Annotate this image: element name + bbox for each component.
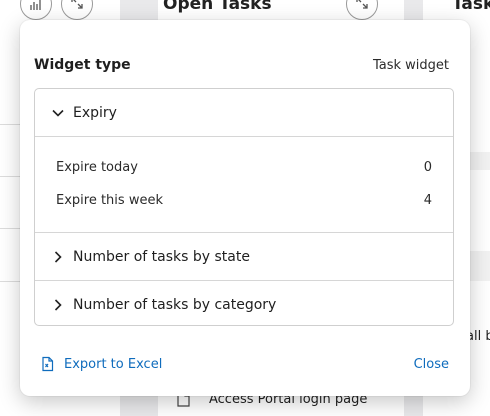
row-value: 0	[423, 160, 432, 175]
export-to-excel-link[interactable]: Export to Excel	[40, 356, 162, 372]
tasks-title: Tasks	[452, 0, 490, 14]
widget-type-label: Widget type	[34, 57, 131, 73]
bg-divider	[0, 124, 20, 125]
accordion-label: Number of tasks by state	[73, 248, 250, 265]
bg-divider	[0, 176, 20, 177]
export-label: Export to Excel	[64, 356, 163, 372]
row-label: Expire this week	[56, 193, 163, 208]
chevron-down-icon	[49, 104, 67, 122]
accordion-header-tasks-by-state[interactable]: Number of tasks by state	[35, 233, 453, 280]
row-label: Expire today	[56, 160, 138, 175]
chevron-right-icon	[49, 296, 67, 314]
row-value: 4	[423, 193, 432, 208]
bg-strip	[470, 152, 490, 170]
close-button[interactable]: Close	[414, 357, 449, 372]
bg-strip	[470, 251, 490, 281]
widget-info-dialog: Widget type Task widget Expiry Expire to…	[20, 20, 470, 396]
expand-icon	[70, 0, 84, 14]
expire-today-row: Expire today 0	[56, 151, 432, 184]
open-tasks-title: Open Tasks	[163, 0, 272, 14]
chart-icon	[29, 0, 43, 14]
accordion-label: Number of tasks by category	[73, 296, 277, 313]
excel-export-icon	[40, 356, 56, 372]
accordion-label: Expiry	[73, 104, 117, 121]
widget-type-value: Task widget	[372, 57, 449, 73]
accordion-header-expiry[interactable]: Expiry	[35, 89, 453, 136]
expire-this-week-row: Expire this week 4	[56, 184, 432, 217]
widget-accordion: Expiry Expire today 0 Expire this week 4…	[34, 88, 454, 326]
accordion-panel-expiry: Expire today 0 Expire this week 4	[35, 137, 453, 232]
accordion-header-tasks-by-category[interactable]: Number of tasks by category	[35, 281, 453, 325]
bg-divider	[0, 228, 20, 229]
bg-divider	[0, 281, 20, 282]
dialog-footer: Export to Excel Close	[40, 356, 449, 372]
collapse-icon	[355, 0, 369, 14]
dialog-header: Widget type Task widget	[34, 57, 449, 73]
chevron-right-icon	[49, 248, 67, 266]
